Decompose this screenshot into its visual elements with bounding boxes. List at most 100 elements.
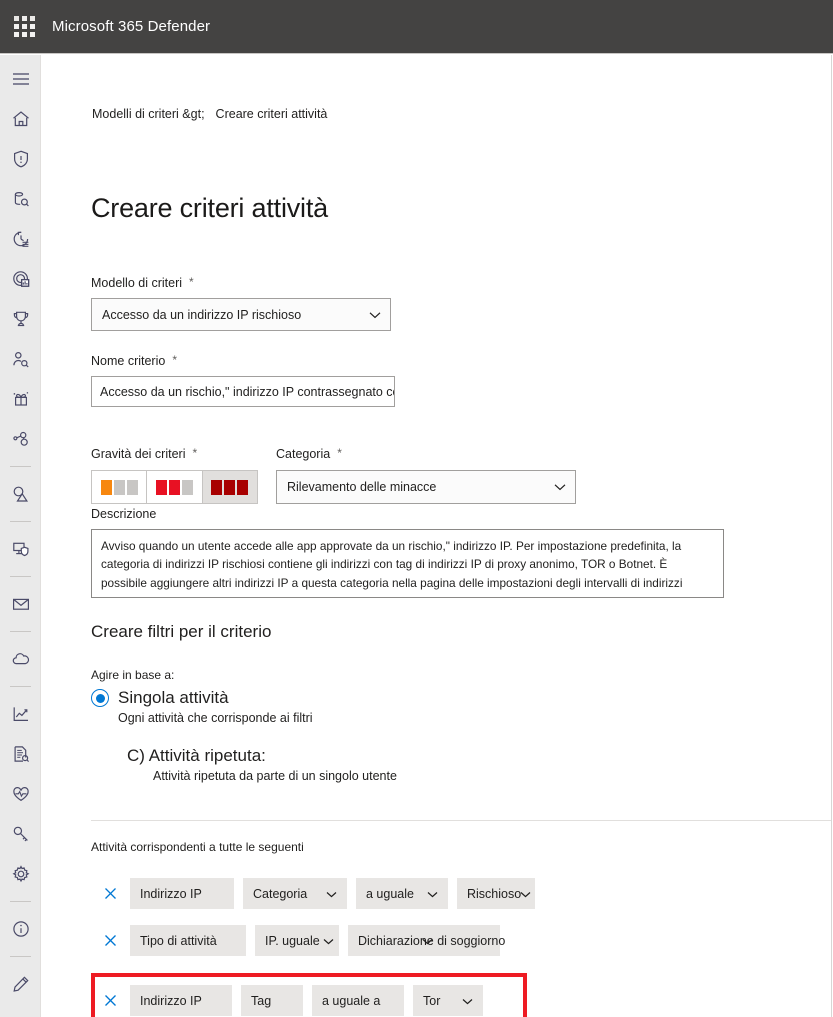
main-content: Modelli di criteri &gt; Creare criteri a… <box>42 55 832 1017</box>
home-icon[interactable] <box>0 99 40 139</box>
required-asterisk: * <box>189 275 194 289</box>
hamburger-menu-icon[interactable] <box>0 59 40 99</box>
policy-template-value: Accesso da un indirizzo IP rischioso <box>102 307 302 322</box>
single-activity-radio-row[interactable]: Singola attività <box>91 688 313 708</box>
description-label: Descrizione <box>91 507 157 521</box>
severity-high-button[interactable] <box>202 471 257 503</box>
user-reports-icon[interactable] <box>0 339 40 379</box>
cloud-apps-icon[interactable] <box>0 474 40 514</box>
audit-log-icon[interactable] <box>0 734 40 774</box>
filter-attribute[interactable]: IP. uguale <box>255 925 339 956</box>
severity-low-button[interactable] <box>92 471 148 503</box>
severity-field: Gravità dei criteri * <box>91 447 258 504</box>
description-textarea[interactable]: Avviso quando un utente accede alle app … <box>91 529 724 598</box>
filter-operator-value: a uguale <box>366 886 414 901</box>
filter-row: Tipo di attività IP. uguale Dichiarazion… <box>99 925 505 956</box>
filter-subject[interactable]: Indirizzo IP <box>130 985 232 1016</box>
filter-attribute[interactable]: Categoria <box>243 878 347 909</box>
chevron-down-icon <box>427 887 438 901</box>
filter-operator[interactable]: Dichiarazione di soggiorno <box>348 925 505 956</box>
partner-nodes-icon[interactable] <box>0 419 40 459</box>
filter-value-value: Tor <box>423 993 441 1008</box>
filter-attribute[interactable]: Tag <box>241 985 303 1016</box>
category-label: Categoria <box>276 447 331 461</box>
policy-template-field: Modello di criteri * Accesso da un indir… <box>91 276 391 331</box>
breadcrumb-current[interactable]: Creare criteri attività <box>216 107 328 121</box>
shield-alert-icon[interactable] <box>0 139 40 179</box>
reports-chart-icon[interactable] <box>0 694 40 734</box>
filter-subject-value: Indirizzo IP <box>140 886 202 901</box>
filter-value[interactable]: Rischioso <box>457 878 535 909</box>
single-activity-option[interactable]: Singola attività Ogni attività che corri… <box>91 688 313 725</box>
filter-value[interactable]: Tor <box>413 985 483 1016</box>
chevron-down-icon <box>422 934 433 948</box>
filter-operator[interactable]: a uguale <box>356 878 448 909</box>
hunting-search-icon[interactable] <box>0 179 40 219</box>
filter-attribute-value: Tag <box>251 993 272 1008</box>
close-x-icon[interactable] <box>99 990 121 1012</box>
filter-attribute-value: IP. uguale <box>265 933 320 948</box>
filter-row: Indirizzo IP Categoria a uguale Rischios… <box>99 878 535 909</box>
action-center-history-icon[interactable] <box>0 219 40 259</box>
category-value: Rilevamento delle minacce <box>287 480 437 494</box>
policy-name-label: Nome criterio <box>91 354 166 368</box>
description-label-row: Descrizione <box>91 507 724 521</box>
health-pulse-icon[interactable] <box>0 774 40 814</box>
filter-operator-value: a uguale a <box>322 993 381 1008</box>
close-x-icon[interactable] <box>99 930 121 952</box>
single-activity-label: Singola attività <box>118 688 229 707</box>
filter-subject[interactable]: Tipo di attività <box>130 925 246 956</box>
category-field: Categoria * Rilevamento delle minacce <box>276 447 576 504</box>
single-activity-description: Ogni attività che corrisponde ai filtri <box>118 711 313 725</box>
highlighted-filter-row-container: Indirizzo IP Tag a uguale a Tor <box>91 973 527 1017</box>
policy-name-input[interactable]: Accesso da un rischio," indirizzo IP con… <box>91 376 395 407</box>
repeated-activity-option[interactable]: C) Attività ripetuta: Attività ripetuta … <box>127 746 397 783</box>
cloud-icon[interactable] <box>0 639 40 679</box>
rail-divider <box>9 956 31 957</box>
rail-divider <box>9 521 31 522</box>
waffle-grid <box>13 16 35 37</box>
filters-section-heading: Creare filtri per il criterio <box>91 622 272 641</box>
filter-operator[interactable]: a uguale a <box>312 985 404 1016</box>
rail-divider <box>9 631 31 632</box>
repeated-activity-description: Attività ripetuta da parte di un singolo… <box>153 769 397 783</box>
chevron-down-icon <box>520 887 531 901</box>
trophy-icon[interactable] <box>0 299 40 339</box>
category-dropdown[interactable]: Rilevamento delle minacce <box>276 470 576 504</box>
breadcrumb: Modelli di criteri &gt; Creare criteri a… <box>92 107 327 121</box>
required-asterisk: * <box>337 446 342 460</box>
description-field: Descrizione Avviso quando un utente acce… <box>91 507 724 598</box>
filter-subject-value: Indirizzo IP <box>140 993 202 1008</box>
policy-name-value: Accesso da un rischio," indirizzo IP con… <box>100 384 395 399</box>
required-asterisk: * <box>172 353 177 367</box>
filter-subject[interactable]: Indirizzo IP <box>130 878 234 909</box>
policy-name-label-row: Nome criterio * <box>91 354 395 368</box>
close-x-icon[interactable] <box>99 883 121 905</box>
repeated-activity-label: C) Attività ripetuta: <box>127 746 266 765</box>
mail-icon[interactable] <box>0 584 40 624</box>
rail-divider <box>9 576 31 577</box>
policy-template-dropdown[interactable]: Accesso da un indirizzo IP rischioso <box>91 298 391 331</box>
permissions-key-icon[interactable] <box>0 814 40 854</box>
policy-name-field: Nome criterio * Accesso da un rischio," … <box>91 354 395 407</box>
app-launcher-icon[interactable] <box>0 0 48 54</box>
severity-medium-button[interactable] <box>147 471 203 503</box>
breadcrumb-parent[interactable]: Modelli di criteri &gt; <box>92 107 205 121</box>
rail-divider <box>9 901 31 902</box>
filter-row: Indirizzo IP Tag a uguale a Tor <box>99 985 483 1016</box>
settings-gear-icon[interactable] <box>0 854 40 894</box>
endpoints-shield-icon[interactable] <box>0 529 40 569</box>
match-all-label: Attività corrispondenti a tutte le segue… <box>91 840 304 854</box>
threat-analytics-icon[interactable] <box>0 259 40 299</box>
left-navigation-rail <box>0 55 41 1017</box>
edit-pencil-icon[interactable] <box>0 964 40 1004</box>
learning-hub-icon[interactable] <box>0 379 40 419</box>
chevron-down-icon <box>554 480 566 494</box>
chevron-down-icon <box>326 887 337 901</box>
policy-template-label: Modello di criteri <box>91 276 183 290</box>
policy-template-label-row: Modello di criteri * <box>91 276 391 290</box>
info-icon[interactable] <box>0 909 40 949</box>
section-divider <box>91 820 831 821</box>
radio-selected-icon[interactable] <box>91 689 109 707</box>
app-header: Microsoft 365 Defender <box>0 0 833 54</box>
